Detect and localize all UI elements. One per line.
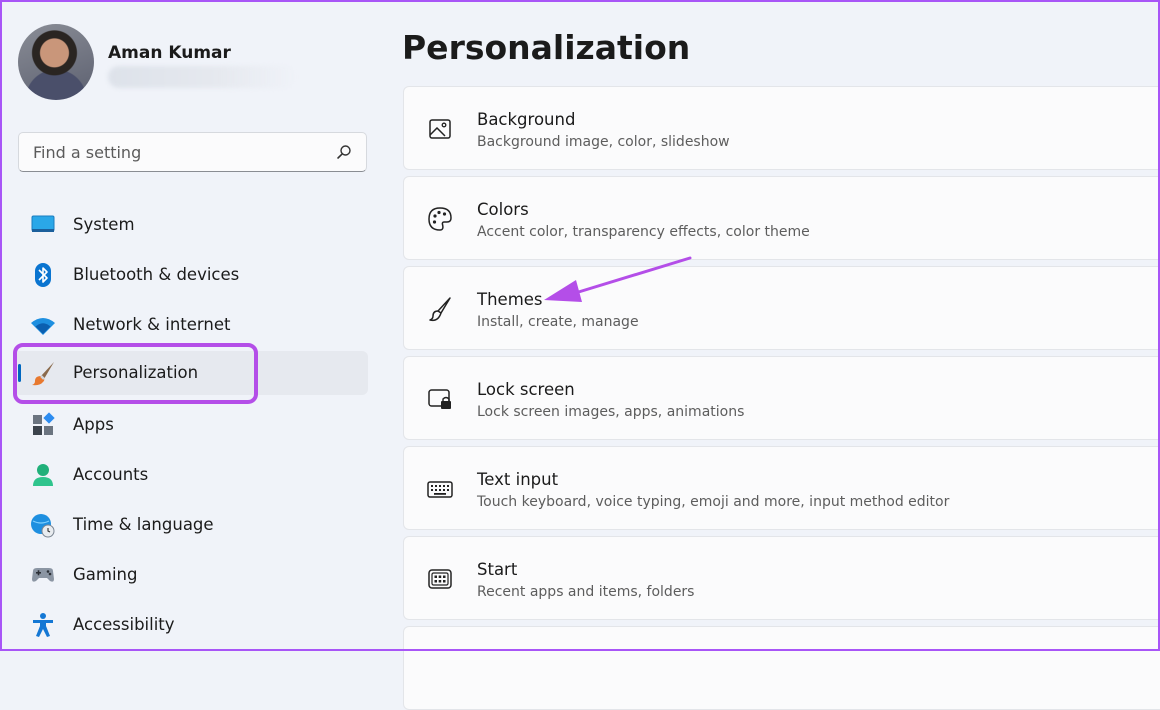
sidebar-item-label: Apps	[73, 415, 114, 434]
card-title: Start	[477, 560, 518, 579]
accessibility-icon	[33, 613, 53, 637]
card-themes[interactable]: Themes Install, create, manage	[403, 266, 1160, 350]
search-placeholder: Find a setting	[33, 143, 142, 162]
sidebar-item-apps[interactable]: Apps	[14, 403, 368, 447]
sidebar-item-bluetooth[interactable]: Bluetooth & devices	[14, 253, 368, 297]
avatar[interactable]	[18, 24, 94, 100]
sidebar-item-accounts[interactable]: Accounts	[14, 453, 368, 497]
start-icon	[428, 569, 452, 589]
card-text-input[interactable]: Text input Touch keyboard, voice typing,…	[403, 446, 1160, 530]
accounts-icon	[33, 464, 53, 486]
card-subtitle: Background image, color, slideshow	[477, 134, 730, 150]
card-subtitle: Recent apps and items, folders	[477, 584, 695, 600]
system-icon	[31, 215, 55, 232]
sidebar-item-label: Gaming	[73, 565, 138, 584]
page-title: Personalization	[402, 28, 691, 67]
card-background[interactable]: Background Background image, color, slid…	[403, 86, 1160, 170]
palette-icon	[428, 207, 452, 231]
card-start[interactable]: Start Recent apps and items, folders	[403, 536, 1160, 620]
wifi-icon	[31, 318, 55, 335]
apps-icon	[33, 412, 55, 435]
globe-clock-icon	[31, 514, 55, 538]
annotation-highlight	[13, 343, 258, 404]
keyboard-icon	[427, 481, 453, 498]
sidebar-item-time-language[interactable]: Time & language	[14, 503, 368, 547]
card-subtitle: Touch keyboard, voice typing, emoji and …	[477, 494, 950, 510]
card-lock-screen[interactable]: Lock screen Lock screen images, apps, an…	[403, 356, 1160, 440]
sidebar-item-label: Accessibility	[73, 615, 175, 634]
card-title: Background	[477, 110, 576, 129]
search-input[interactable]: Find a setting	[18, 132, 367, 172]
lock-screen-icon	[428, 389, 451, 409]
sidebar-item-label: Bluetooth & devices	[73, 265, 240, 284]
card-title: Text input	[477, 470, 559, 489]
sidebar-item-network[interactable]: Network & internet	[14, 303, 368, 347]
gamepad-icon	[32, 568, 54, 582]
user-name: Aman Kumar	[108, 43, 231, 63]
sidebar-item-label: Accounts	[73, 465, 149, 484]
search-icon[interactable]	[336, 144, 352, 160]
annotation-arrow-icon	[544, 256, 692, 302]
card-partial[interactable]	[403, 626, 1160, 710]
sidebar-item-accessibility[interactable]: Accessibility	[14, 603, 368, 647]
bluetooth-icon	[35, 263, 51, 287]
sidebar-item-label: System	[73, 215, 135, 234]
card-title: Lock screen	[477, 380, 575, 399]
card-colors[interactable]: Colors Accent color, transparency effect…	[403, 176, 1160, 260]
image-icon	[429, 119, 451, 139]
sidebar-item-gaming[interactable]: Gaming	[14, 553, 368, 597]
sidebar-item-label: Time & language	[73, 515, 214, 534]
card-subtitle: Accent color, transparency effects, colo…	[477, 224, 810, 240]
brush-icon	[429, 297, 451, 322]
card-title: Colors	[477, 200, 529, 219]
sidebar-item-system[interactable]: System	[14, 203, 368, 247]
card-subtitle: Lock screen images, apps, animations	[477, 404, 745, 420]
sidebar-item-label: Network & internet	[73, 315, 231, 334]
sidebar: Aman Kumar Find a setting System Bluetoo…	[0, 0, 385, 651]
user-email-redacted	[108, 66, 296, 88]
